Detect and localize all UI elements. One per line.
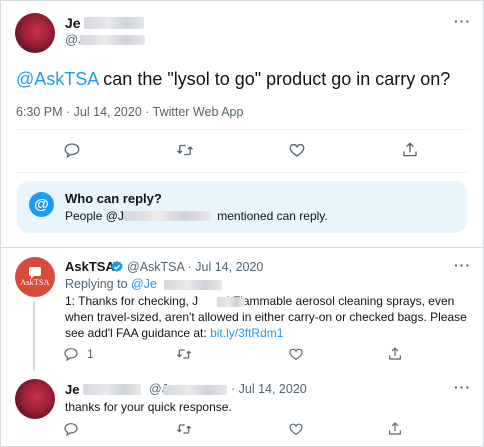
reply2-date[interactable]: · Jul 14, 2020 xyxy=(231,382,307,396)
divider xyxy=(1,247,483,248)
author-name-redacted xyxy=(84,17,144,29)
share-icon[interactable] xyxy=(387,346,403,362)
faa-link[interactable]: bit.ly/3ftRdm1 xyxy=(210,326,283,340)
reply1-handle[interactable]: @AskTSA xyxy=(127,260,184,274)
reply1-line-2: when travel-sized, aren't allowed in eit… xyxy=(65,310,467,324)
at-icon: @ xyxy=(29,192,54,217)
retweet-icon[interactable] xyxy=(176,421,192,437)
reply1-line1a: 1: Thanks for checking, J xyxy=(65,294,199,308)
tweet-timestamp[interactable]: 6:30 PM · Jul 14, 2020 · Twitter Web App xyxy=(16,105,243,119)
tweet-text: @AskTSA can the "lysol to go" product go… xyxy=(16,69,450,90)
share-icon[interactable] xyxy=(401,141,419,159)
who-can-reply-suffix: mentioned can reply. xyxy=(213,209,328,223)
author-name[interactable]: Je xyxy=(65,15,81,31)
reply1-date[interactable]: · Jul 14, 2020 xyxy=(188,260,264,274)
divider xyxy=(16,129,468,130)
reply-icon[interactable] xyxy=(63,141,81,159)
reply1-handle-date: @AskTSA · Jul 14, 2020 xyxy=(127,260,263,274)
chat-bubble-icon xyxy=(29,267,41,279)
who-can-reply-prefix: People @J xyxy=(65,209,124,223)
reply-count: 1 xyxy=(87,347,94,361)
name-redacted xyxy=(217,297,245,307)
tweet-thread: Je @J ··· @AskTSA can the "lysol to go" … xyxy=(0,0,484,447)
reply1-author-name[interactable]: AskTSA xyxy=(65,259,115,274)
reply1-line-3: see add'l FAA guidance at: bit.ly/3ftRdm… xyxy=(65,326,283,340)
replying-to: Replying to @Je xyxy=(65,277,157,291)
like-icon[interactable] xyxy=(288,141,306,159)
share-icon[interactable] xyxy=(387,421,403,437)
author-handle-redacted xyxy=(80,35,145,45)
tweet-body: can the "lysol to go" product go in carr… xyxy=(98,69,451,89)
like-icon[interactable] xyxy=(288,421,304,437)
mention-link[interactable]: @AskTSA xyxy=(16,69,98,89)
author-avatar[interactable] xyxy=(15,13,55,53)
handle-redacted xyxy=(123,211,211,221)
reply1-line3a: see add'l FAA guidance at: xyxy=(65,326,211,340)
more-icon[interactable]: ··· xyxy=(454,257,471,273)
handle-redacted xyxy=(163,385,227,395)
asktsa-avatar[interactable]: AskTSA xyxy=(15,257,55,297)
more-icon[interactable]: ··· xyxy=(454,379,471,395)
who-can-reply-box: @ Who can reply? People @J mentioned can… xyxy=(17,181,467,233)
reply2-text: thanks for your quick response. xyxy=(65,400,232,414)
avatar-label: AskTSA xyxy=(20,278,50,287)
who-can-reply-title: Who can reply? xyxy=(65,191,162,206)
replying-to-handle[interactable]: @Je xyxy=(131,277,157,291)
handle-redacted xyxy=(164,280,222,290)
reply-icon[interactable] xyxy=(63,421,79,437)
retweet-icon[interactable] xyxy=(176,141,194,159)
reply-icon[interactable] xyxy=(63,346,79,362)
verified-icon xyxy=(111,260,123,272)
reply1-line1b: ! Flammable aerosol cleaning sprays, eve… xyxy=(226,294,455,308)
reply1-line-1: 1: Thanks for checking, J ! Flammable aer… xyxy=(65,294,454,308)
replying-to-label: Replying to xyxy=(65,277,132,291)
divider xyxy=(16,172,468,173)
retweet-icon[interactable] xyxy=(176,346,192,362)
thread-line xyxy=(33,301,35,371)
like-icon[interactable] xyxy=(288,346,304,362)
more-icon[interactable]: ··· xyxy=(454,13,471,29)
name-redacted xyxy=(83,384,141,395)
reply2-author-name[interactable]: Je xyxy=(65,382,79,397)
reply2-avatar[interactable] xyxy=(15,379,55,419)
